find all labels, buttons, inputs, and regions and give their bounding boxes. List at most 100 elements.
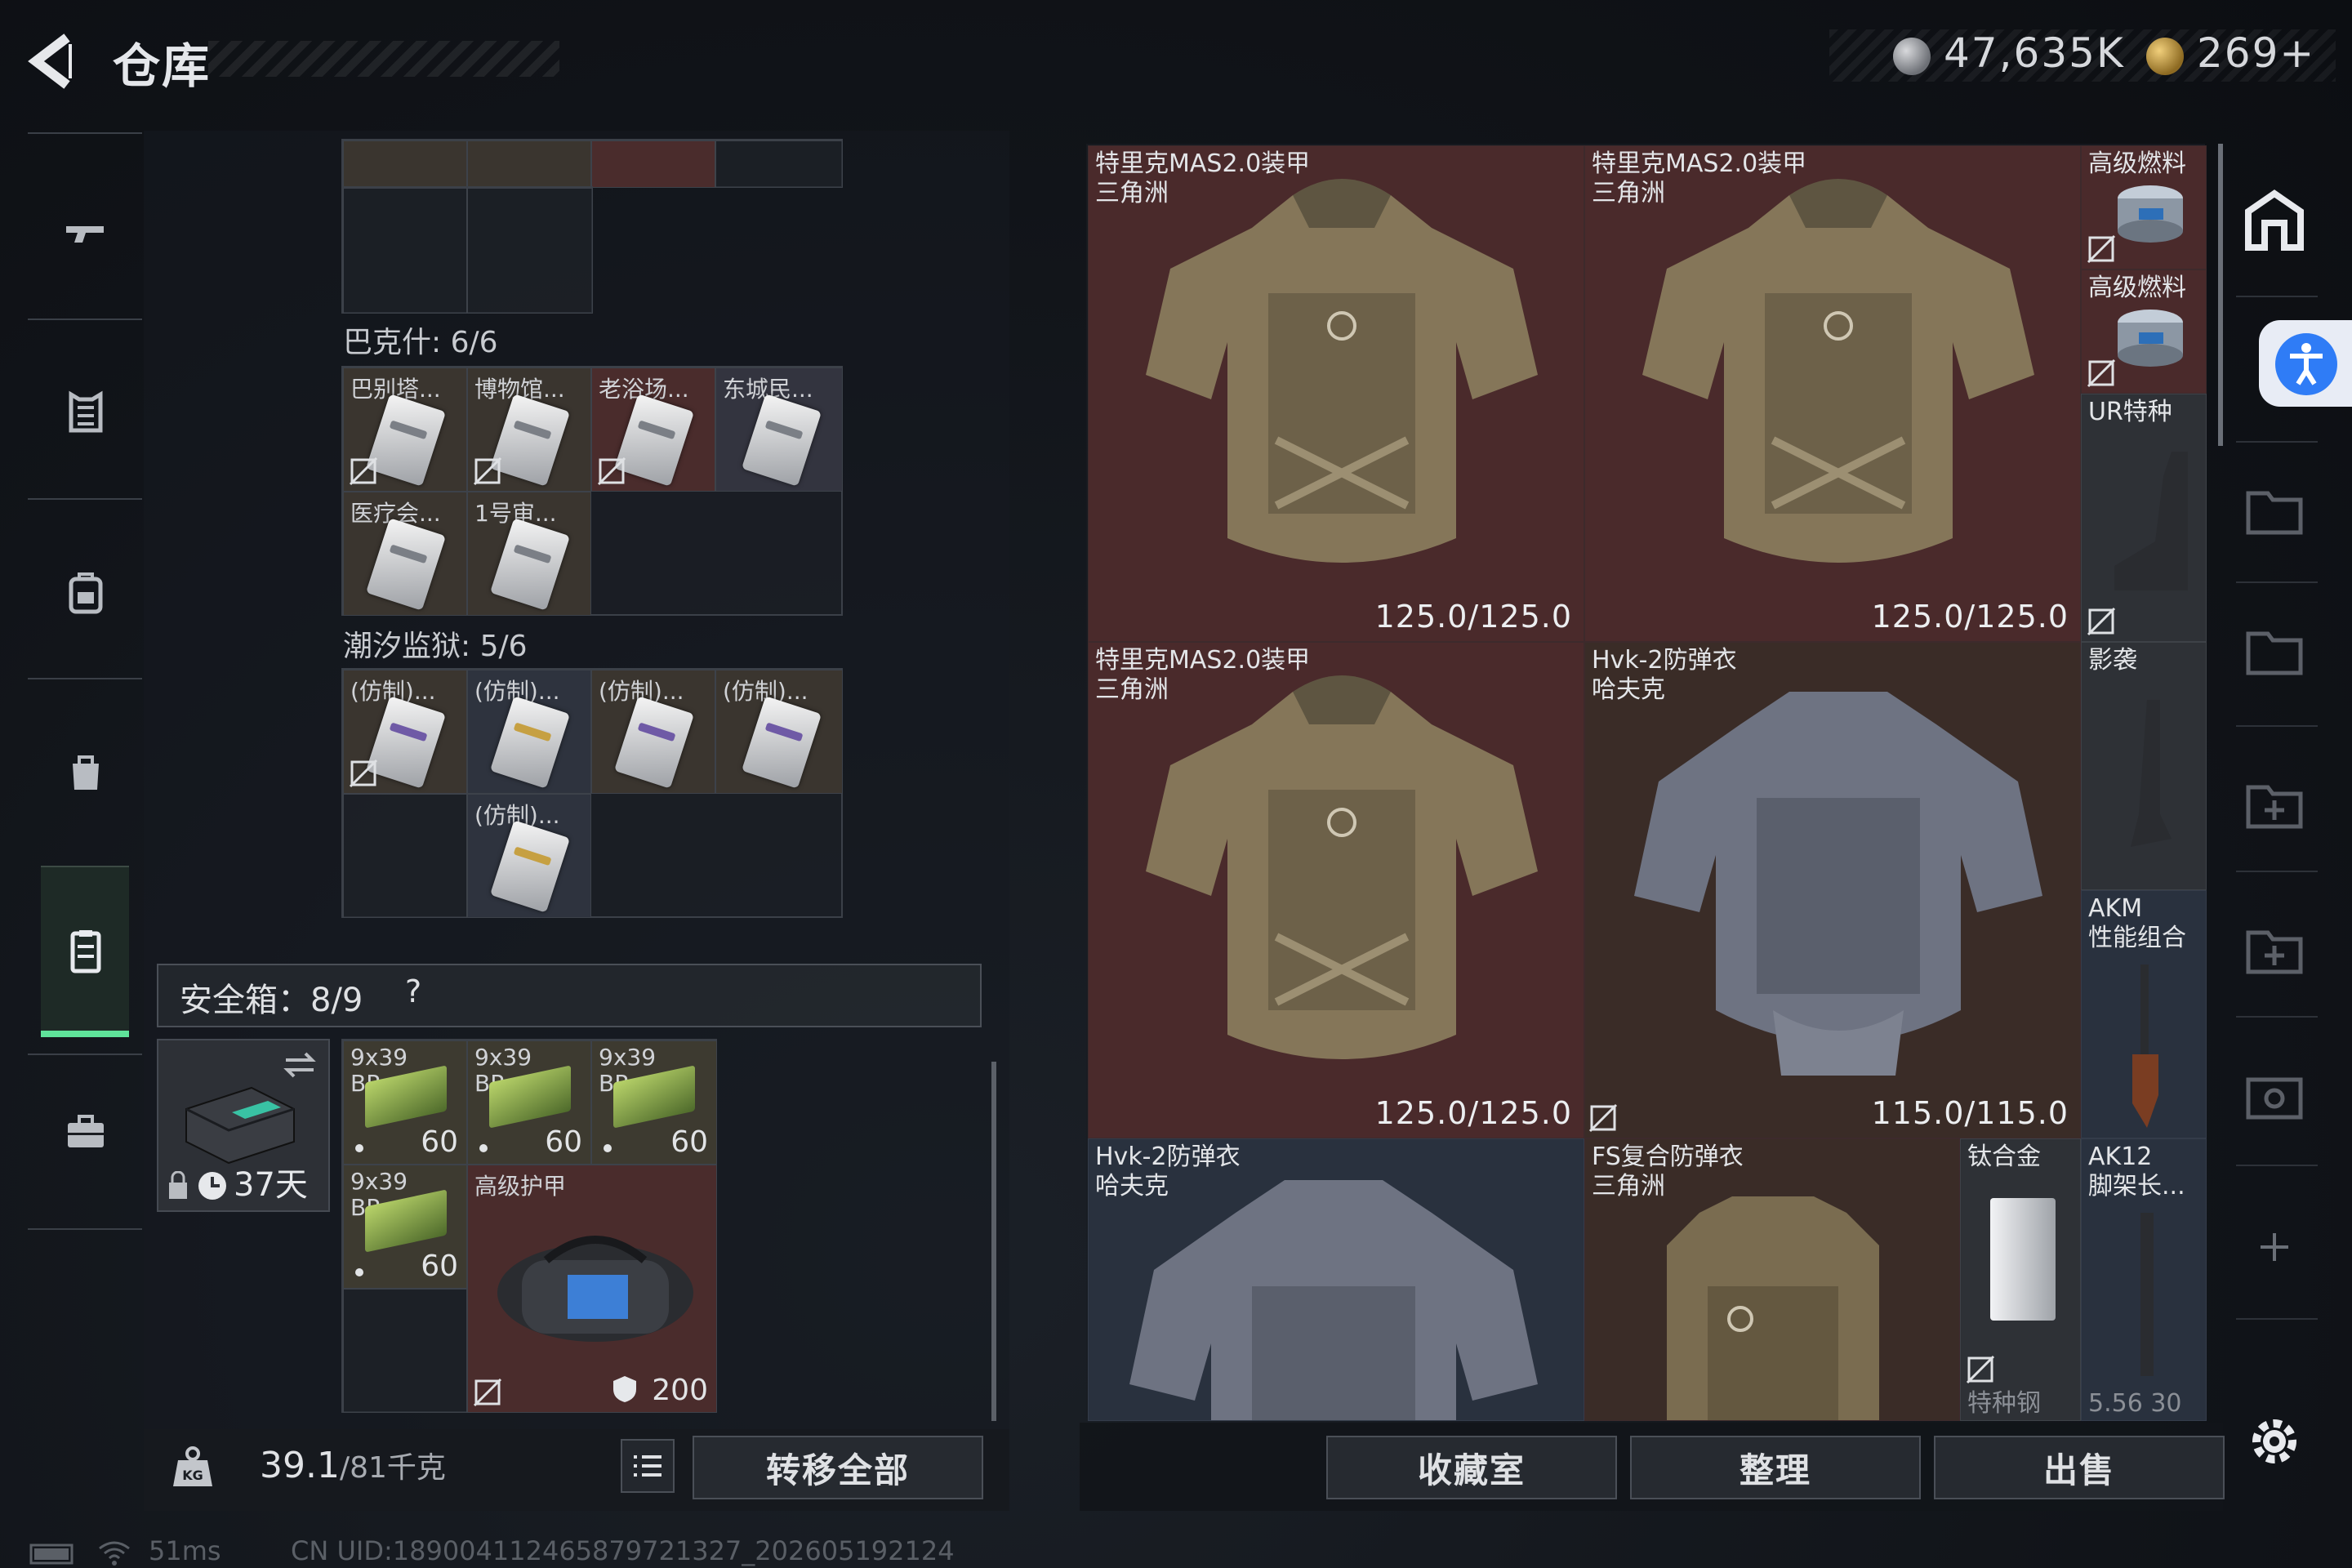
armor-item[interactable]: Hvk-2防弹衣 哈夫克 115.0/115.0 <box>1584 642 2081 1138</box>
silver-amount: 47,635K <box>1944 29 2125 77</box>
no-trade-icon <box>349 457 378 486</box>
ammo-item[interactable]: 9x39 BP 60 <box>591 1040 717 1165</box>
weapon-part-item[interactable]: AK12 脚架长... 5.56 30 <box>2081 1138 2207 1421</box>
weight-readout: 39.1/81千克 <box>260 1445 446 1486</box>
add-storage-icon[interactable] <box>2238 913 2311 987</box>
armor-item[interactable]: 特里克MAS2.0装甲 三角洲 125.0/125.0 <box>1088 145 1584 642</box>
no-trade-icon <box>2087 359 2116 388</box>
keycard-icon <box>613 696 695 789</box>
ammo-item[interactable]: 9x39 BP 60 <box>467 1040 591 1165</box>
briefcase-icon[interactable] <box>49 1094 122 1168</box>
plus-icon[interactable] <box>2238 1210 2311 1284</box>
help-icon[interactable]: ? <box>405 973 421 1009</box>
material-item[interactable]: 钛合金 特种钢 <box>1960 1138 2081 1421</box>
battery-icon <box>29 1544 74 1565</box>
storage-tab-icon[interactable] <box>2238 474 2311 547</box>
no-trade-icon <box>1588 1103 1618 1133</box>
no-trade-icon <box>349 759 378 788</box>
keycard-icon <box>489 518 571 611</box>
key-cell[interactable] <box>715 140 843 188</box>
collection-room-button[interactable]: 收藏室 <box>1326 1436 1617 1499</box>
no-trade-icon <box>597 457 626 486</box>
warehouse-scrollbar[interactable] <box>2218 144 2223 446</box>
container-scrollbar[interactable] <box>991 1062 996 1421</box>
empty-slot[interactable] <box>343 1289 467 1413</box>
fuel-canister-icon <box>2118 310 2183 367</box>
armor-item[interactable]: Hvk-2防弹衣 哈夫克 <box>1088 1138 1584 1421</box>
fuel-item[interactable]: 高级燃料 <box>2081 145 2207 270</box>
shield-icon <box>613 1376 636 1402</box>
armor-item[interactable]: FS复合防弹衣 三角洲 <box>1584 1138 1960 1421</box>
gold-amount[interactable]: 269+ <box>2197 29 2315 77</box>
key-cell[interactable] <box>591 140 715 188</box>
bag-icon[interactable] <box>49 735 122 808</box>
akm-rifle-icon <box>2132 964 2158 1128</box>
nav-divider <box>28 498 142 500</box>
safe-case[interactable]: 37天 <box>157 1039 330 1212</box>
safe-case-icon <box>185 1086 295 1165</box>
duffel-bag-icon <box>497 1236 693 1342</box>
key-item[interactable]: (仿制)... <box>467 670 591 794</box>
no-trade-icon <box>473 457 502 486</box>
weapon-icon[interactable] <box>49 196 122 270</box>
key-grid-top <box>341 139 843 188</box>
keycard-icon <box>365 518 447 611</box>
gear-icon[interactable] <box>2238 1405 2311 1478</box>
body-armor-icon <box>1129 1180 1538 1420</box>
back-arrow-icon[interactable] <box>24 31 82 91</box>
no-trade-icon <box>2087 234 2116 264</box>
armor-item[interactable]: 特里克MAS2.0装甲 三角洲 125.0/125.0 <box>1584 145 2081 642</box>
key-item[interactable]: (仿制)... <box>591 670 715 794</box>
key-item[interactable]: 老浴场... <box>591 368 715 492</box>
stock-icon <box>2131 700 2172 847</box>
group-label-bakhsh: 巴克什: 6/6 <box>343 326 498 359</box>
accessibility-icon[interactable] <box>2275 333 2337 395</box>
key-item[interactable]: 博物馆... <box>467 368 591 492</box>
storage-settings-icon[interactable] <box>2238 1062 2311 1135</box>
key-item[interactable]: (仿制)... <box>467 794 591 918</box>
weight-icon: KG <box>173 1446 212 1486</box>
backpack-icon[interactable] <box>49 555 122 629</box>
keycard-icon <box>741 696 822 789</box>
svg-text:KG: KG <box>182 1468 203 1483</box>
nav-divider <box>28 678 142 679</box>
list-icon <box>634 1455 662 1477</box>
key-item[interactable]: 1号审... <box>467 492 591 616</box>
empty-slot[interactable] <box>343 188 467 314</box>
storage-tab-icon[interactable] <box>2238 614 2311 688</box>
key-item[interactable]: 医疗会... <box>343 492 467 616</box>
empty-slot[interactable] <box>343 794 467 918</box>
title-decoration <box>208 41 559 77</box>
grip-item[interactable]: 影袭 <box>2081 642 2207 890</box>
empty-slot[interactable] <box>467 188 593 314</box>
ammo-item[interactable]: 9x39 BP 60 <box>343 1165 467 1289</box>
container-icon[interactable] <box>49 915 122 988</box>
sell-button[interactable]: 出售 <box>1934 1436 2225 1499</box>
bipod-grip-icon <box>2140 1213 2154 1376</box>
gold-coin-icon <box>2146 38 2184 75</box>
weapon-kit-item[interactable]: AKM 性能组合 <box>2081 890 2207 1138</box>
clock-icon <box>198 1172 226 1200</box>
key-cell[interactable] <box>343 140 467 188</box>
swap-icon[interactable] <box>281 1049 318 1081</box>
list-view-button[interactable] <box>621 1439 675 1493</box>
armor-icon[interactable] <box>49 376 122 449</box>
key-grid-tidal-prison: (仿制)... (仿制)... (仿制)... (仿制)... (仿制)... <box>341 668 843 918</box>
key-item[interactable]: (仿制)... <box>715 670 843 794</box>
transfer-all-button[interactable]: 转移全部 <box>693 1436 983 1499</box>
key-item[interactable]: (仿制)... <box>343 670 467 794</box>
stock-item[interactable]: UR特种 <box>2081 394 2207 642</box>
ammo-item[interactable]: 9x39 BP 60 <box>343 1040 467 1165</box>
key-item[interactable]: 巴别塔... <box>343 368 467 492</box>
armor-bag-item[interactable]: 高级护甲 200 <box>467 1165 717 1413</box>
body-armor-icon <box>1634 692 2042 1076</box>
warehouse-home-icon[interactable] <box>2238 183 2311 256</box>
add-storage-icon[interactable] <box>2238 768 2311 841</box>
fuel-item[interactable]: 高级燃料 <box>2081 270 2207 394</box>
tactical-vest-icon <box>1146 675 1538 1059</box>
rifle-stock-icon <box>2114 452 2188 590</box>
organize-button[interactable]: 整理 <box>1630 1436 1921 1499</box>
key-item[interactable]: 东城民... <box>715 368 843 492</box>
key-cell[interactable] <box>467 140 591 188</box>
armor-item[interactable]: 特里克MAS2.0装甲 三角洲 125.0/125.0 <box>1088 642 1584 1138</box>
